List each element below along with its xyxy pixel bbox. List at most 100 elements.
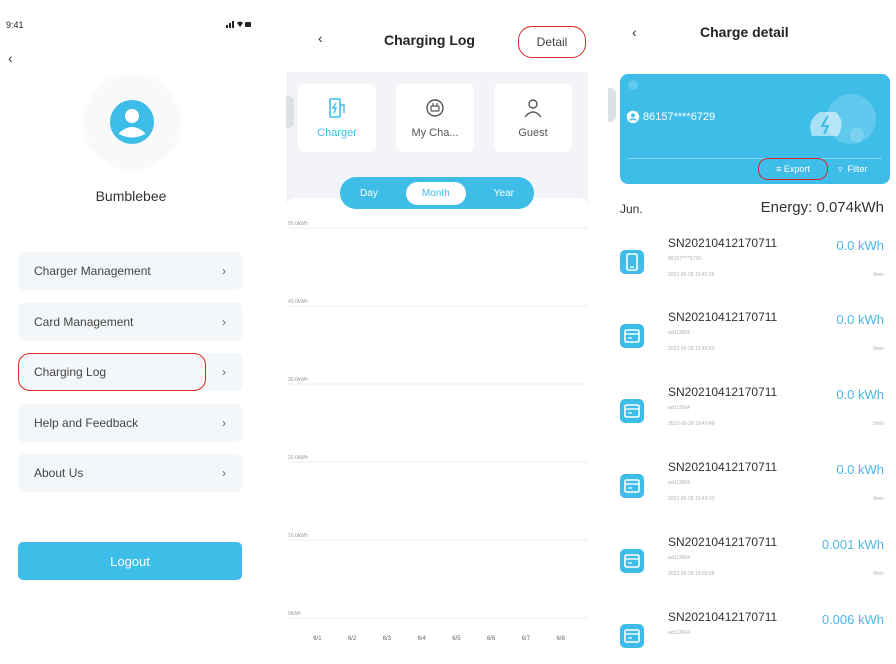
category-my-charger[interactable]: My Cha...	[396, 84, 474, 152]
tab-year[interactable]: Year	[494, 188, 514, 199]
record-duration: 0min	[873, 272, 884, 278]
menu-item-card-management[interactable]: Card Management ›	[18, 303, 242, 341]
decor-bubble	[628, 80, 638, 90]
record-user: 86157****6729	[668, 256, 701, 262]
filter-button[interactable]: ▿ Filter	[838, 164, 868, 175]
x-tick-label: 6/3	[383, 636, 392, 642]
x-tick-label: 6/7	[522, 636, 531, 642]
record-row[interactable]: SN20210412170711 0.0 kWh acb13664 2022-06-2…	[608, 306, 896, 380]
menu-item-label: Card Management	[34, 315, 134, 329]
record-energy: 0.0 kWh	[836, 312, 884, 327]
chevron-right-icon: ›	[222, 416, 226, 430]
export-label: Export	[783, 164, 810, 174]
charging-log-screen: ‹ Charging Log Detail Charger My Cha... …	[286, 0, 588, 664]
banner-scroll-stub	[608, 88, 616, 122]
record-serial: SN20210412170711	[668, 310, 778, 324]
chart-card: 50.0kWh 40.0kWh 30.0kWh 20.0kWh 10.0kWh 0kWh 6…	[286, 198, 588, 664]
menu-screen: 9:41 ‹ Bumblebee Charger Management › Ca…	[0, 0, 262, 664]
person-icon	[524, 99, 542, 118]
banner-user: 86157****6729	[626, 110, 715, 124]
detail-button[interactable]: Detail	[518, 26, 586, 58]
record-row[interactable]: SN20210412170711 0.0 kWh acb13664 2022-06-2…	[608, 456, 896, 530]
menu-item-label: Help and Feedback	[34, 416, 139, 430]
x-tick-label: 6/4	[417, 636, 426, 642]
record-row[interactable]: SN20210412170711 0.006 kWh acb13664	[608, 606, 896, 664]
record-duration: 0min	[873, 496, 884, 502]
menu-item-charger-management[interactable]: Charger Management ›	[18, 252, 242, 290]
highlight-charging-log	[18, 353, 206, 391]
energy-total: Energy: 0.074kWh	[760, 199, 884, 216]
username: Bumblebee	[95, 188, 167, 204]
record-energy: 0.001 kWh	[821, 537, 884, 552]
page-title: Charge detail	[700, 24, 789, 40]
record-duration: 0min	[873, 346, 884, 352]
y-tick-label: 0kWh	[288, 611, 301, 617]
record-time: 2022-06-28 19:39:28	[668, 571, 715, 577]
tab-month[interactable]: Month	[405, 181, 466, 205]
category-scroll-stub	[286, 96, 294, 128]
chevron-right-icon: ›	[222, 466, 226, 480]
user-banner: 86157****6729 ≡ Export ▿ Filter	[620, 74, 890, 184]
y-tick-label: 30.0kWh	[288, 377, 308, 383]
tab-day[interactable]: Day	[360, 188, 378, 199]
x-tick-label: 6/6	[487, 636, 496, 642]
decor-bubble	[850, 128, 864, 142]
y-tick-label: 40.0kWh	[288, 299, 308, 305]
record-time: 2022-06-28 19:40:31	[668, 496, 715, 502]
record-user: acb13664	[668, 480, 690, 486]
page-title: Charging Log	[384, 32, 475, 48]
back-icon[interactable]: ‹	[8, 50, 13, 66]
record-row[interactable]: SN20210412170711 0.001 kWh acb13664 2022-06…	[608, 531, 896, 605]
back-icon[interactable]: ‹	[318, 30, 323, 46]
y-tick-label: 50.0kWh	[288, 221, 308, 227]
masked-phone: 86157****6729	[643, 111, 716, 123]
filter-icon: ▿	[838, 164, 846, 174]
avatar-icon[interactable]	[107, 97, 157, 147]
plug-icon	[426, 99, 444, 117]
record-serial: SN20210412170711	[668, 385, 778, 399]
tablet-icon	[620, 250, 644, 274]
chevron-right-icon: ›	[222, 365, 226, 379]
record-user: acb13664	[668, 405, 690, 411]
card-icon	[620, 474, 644, 498]
card-icon	[620, 399, 644, 423]
category-label: Guest	[518, 127, 548, 139]
category-charger[interactable]: Charger	[298, 84, 376, 152]
menu-item-help-feedback[interactable]: Help and Feedback ›	[18, 404, 242, 442]
category-label: My Cha...	[411, 127, 459, 139]
record-user: acb13664	[668, 330, 690, 336]
x-tick-label: 6/8	[556, 636, 565, 642]
x-tick-label: 6/2	[348, 636, 357, 642]
x-tick-label: 6/5	[452, 636, 461, 642]
record-time: 2022-06-28 19:45:26	[668, 272, 715, 278]
record-energy: 0.0 kWh	[836, 462, 884, 477]
charge-detail-screen: ‹ Charge detail 86157****6729 ≡ Export ▿…	[608, 0, 896, 664]
card-icon	[620, 624, 644, 648]
charging-plug-icon	[810, 112, 842, 136]
record-serial: SN20210412170711	[668, 610, 778, 624]
category-label: Charger	[317, 127, 357, 139]
y-tick-label: 10.0kWh	[288, 533, 308, 539]
status-icons	[226, 20, 252, 30]
record-time: 2022-06-28 19:40:53	[668, 346, 715, 352]
x-tick-label: 6/1	[313, 636, 322, 642]
period-toggle: Day Month Year	[340, 177, 534, 209]
export-icon: ≡	[776, 164, 784, 174]
chevron-right-icon: ›	[222, 264, 226, 278]
export-button[interactable]: ≡ Export	[758, 158, 828, 180]
logout-button[interactable]: Logout	[18, 542, 242, 580]
back-icon[interactable]: ‹	[632, 24, 637, 40]
menu-item-about-us[interactable]: About Us ›	[18, 454, 242, 492]
record-serial: SN20210412170711	[668, 236, 778, 250]
record-row[interactable]: SN20210412170711 0.0 kWh acb13664 2022-06-2…	[608, 381, 896, 455]
charger-icon	[329, 98, 345, 118]
record-duration: 0min	[873, 421, 884, 427]
card-icon	[620, 549, 644, 573]
category-guest[interactable]: Guest	[494, 84, 572, 152]
menu-item-label: About Us	[34, 466, 84, 480]
chevron-right-icon: ›	[222, 315, 226, 329]
record-serial: SN20210412170711	[668, 460, 778, 474]
record-row[interactable]: SN20210412170711 0.0 kWh 86157****6729 2022…	[608, 232, 896, 306]
status-time: 9:41	[6, 20, 24, 30]
record-serial: SN20210412170711	[668, 535, 778, 549]
